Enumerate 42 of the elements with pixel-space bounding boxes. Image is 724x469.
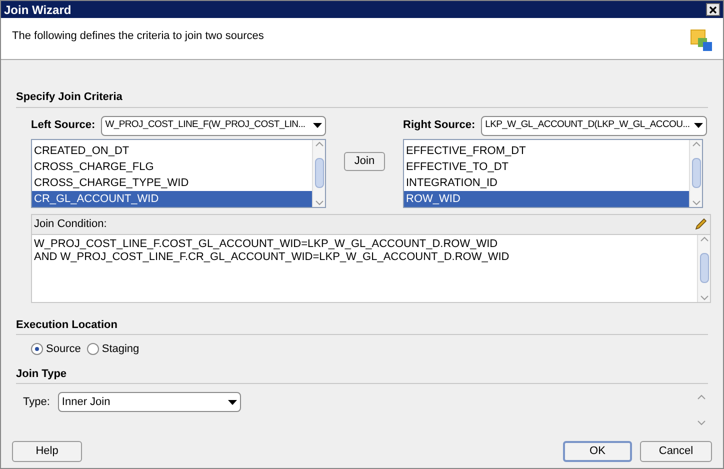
column-list-item[interactable]: CROSS_CHARGE_TYPE_WID	[32, 174, 312, 190]
close-icon	[709, 6, 717, 14]
scrollbar[interactable]	[689, 140, 702, 206]
dropdown-arrow-icon	[694, 123, 703, 128]
dropdown-arrow-icon	[228, 400, 237, 404]
dropdown-arrow-icon	[313, 123, 322, 128]
field-label: Left Source:	[31, 118, 96, 134]
column-list-item[interactable]: ROW_WID	[404, 190, 689, 206]
radio-option[interactable]: Source	[31, 341, 81, 358]
field-label: Right Source:	[403, 118, 476, 134]
pencil-icon[interactable]	[694, 217, 708, 231]
source-dropdown[interactable]: W_PROJ_COST_LINE_F(W_PROJ_COST_LIN...	[101, 116, 326, 136]
column-list-item[interactable]: EFFECTIVE_FROM_DT	[404, 142, 689, 158]
field-label: Join Condition:	[34, 216, 107, 232]
close-button[interactable]	[706, 3, 720, 16]
radio-button[interactable]	[86, 343, 99, 356]
join-type-dropdown[interactable]: Inner Join	[58, 392, 241, 412]
section-heading: Join Type	[16, 368, 67, 380]
wizard-icon	[689, 28, 713, 52]
scrollbar-thumb[interactable]	[700, 253, 708, 283]
section-heading: Specify Join Criteria	[16, 91, 122, 103]
cancel-button[interactable]: Cancel	[640, 441, 712, 462]
radio-button[interactable]	[31, 343, 43, 356]
section-heading: Execution Location	[16, 318, 118, 330]
scrollbar[interactable]	[312, 140, 325, 206]
join-button[interactable]: Join	[344, 152, 385, 170]
description-text: The following defines the criteria to join two sources	[12, 29, 264, 44]
radio-option[interactable]: Staging	[86, 341, 140, 358]
field-label: Type:	[23, 395, 50, 410]
column-list-item[interactable]: CR_GL_ACCOUNT_WID	[32, 190, 312, 206]
help-button[interactable]: Help	[12, 441, 82, 462]
column-list-item[interactable]: EFFECTIVE_TO_DT	[404, 158, 689, 174]
scrollbar-thumb[interactable]	[692, 158, 700, 188]
ok-button[interactable]: OK	[563, 441, 632, 462]
column-list-item[interactable]: CROSS_CHARGE_FLG	[32, 158, 312, 174]
source-dropdown[interactable]: LKP_W_GL_ACCOUNT_D(LKP_W_GL_ACCOU...	[481, 116, 707, 136]
join-condition-field[interactable]: W_PROJ_COST_LINE_F.COST_GL_ACCOUNT_WID=LKP_W_GL_ACCOUNT_D.ROW_WID AND W_PROJ_COST_LINE_F.CR_GL_ACCOUNT_WID=LKP_W_GL_ACCOUNT_D.ROW_WID	[32, 234, 710, 302]
column-list-item[interactable]: CREATED_ON_DT	[32, 142, 312, 158]
column-list-item[interactable]: INTEGRATION_ID	[404, 174, 689, 190]
scrollbar[interactable]	[697, 234, 710, 302]
window-title: Join Wizard	[4, 2, 72, 18]
scrollbar-thumb[interactable]	[314, 158, 324, 188]
